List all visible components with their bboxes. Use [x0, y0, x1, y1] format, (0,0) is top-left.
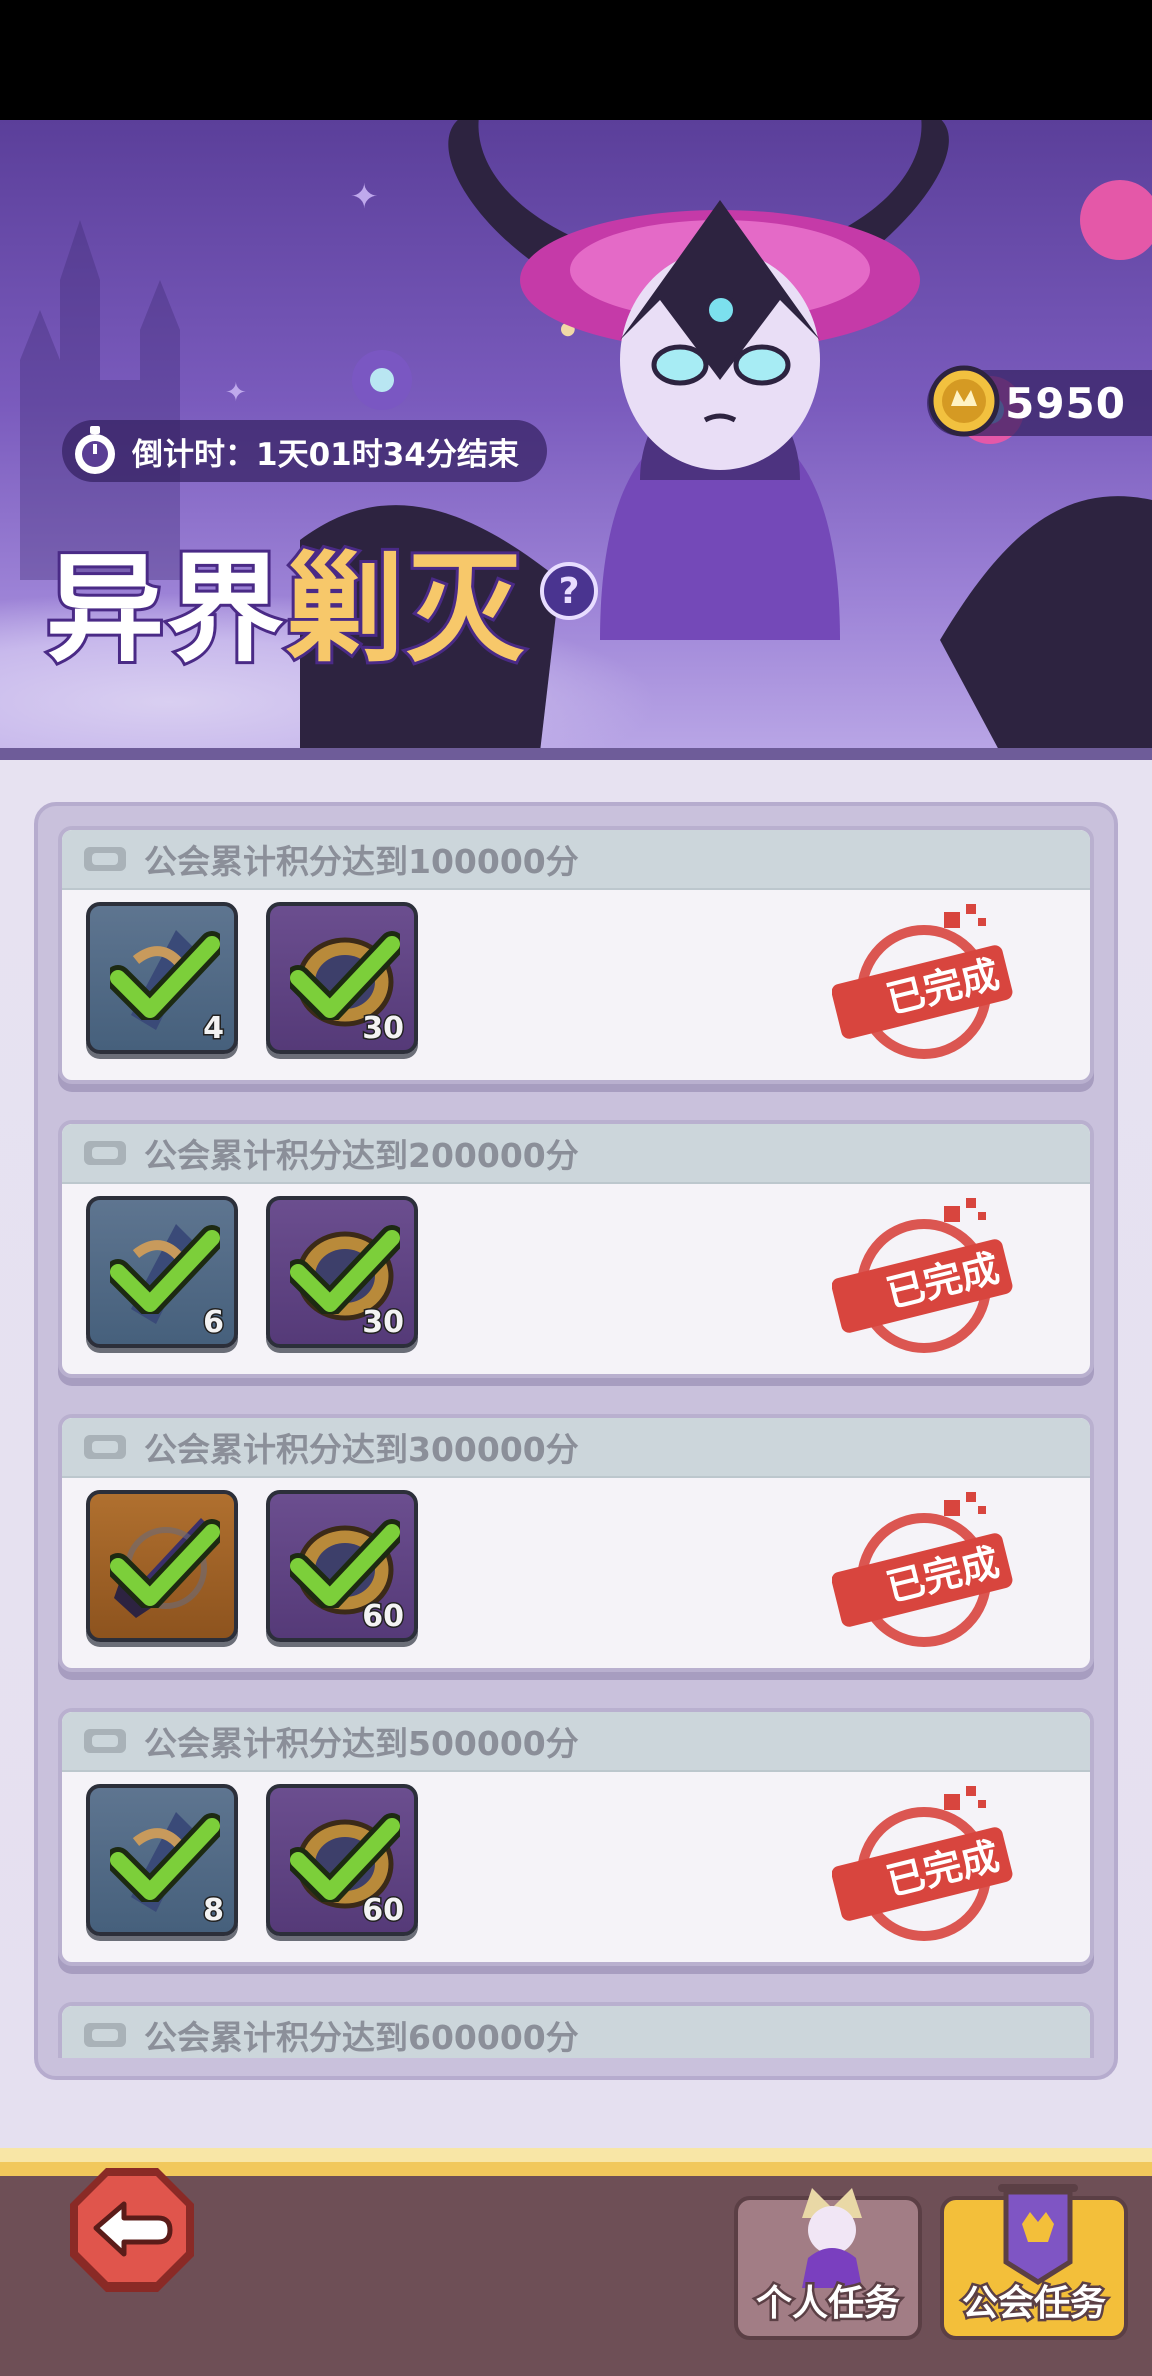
reward-item[interactable]: 30: [266, 1196, 418, 1348]
countdown-timer: 倒计时：1天01时34分结束: [62, 420, 547, 482]
task-marker-icon: [84, 2023, 126, 2047]
reward-quantity: 60: [361, 1598, 406, 1636]
tab-personal-tasks[interactable]: 个人任务: [734, 2188, 922, 2340]
reward-item[interactable]: 8: [86, 1784, 238, 1936]
task-card: 公会累计积分达到200000分 6 30 已完成: [58, 1120, 1094, 1378]
help-button[interactable]: ?: [540, 562, 599, 620]
reward-quantity: 8: [202, 1892, 226, 1930]
task-body: 8 60 已完成: [62, 1772, 1090, 1962]
check-icon: [290, 1813, 400, 1902]
task-title: 公会累计积分达到500000分: [144, 1724, 579, 1763]
reward-item[interactable]: 30: [266, 902, 418, 1054]
countdown-text: 倒计时：1天01时34分结束: [132, 436, 519, 473]
reward-item[interactable]: 60: [266, 1784, 418, 1936]
check-icon: [110, 1813, 220, 1902]
task-header: 公会累计积分达到500000分: [62, 1712, 1090, 1772]
task-body: 60 已完成: [62, 1478, 1090, 1668]
guild-banner-icon: [998, 2184, 1078, 2285]
check-icon: [290, 931, 400, 1020]
banner-divider: [0, 748, 1152, 760]
reward-item[interactable]: 60: [266, 1490, 418, 1642]
task-list-panel[interactable]: 公会累计积分达到100000分 4 30 已完成 公会累计积分达到200000分…: [34, 802, 1118, 2080]
title-part-white: 异界: [43, 540, 287, 678]
status-bar: [0, 0, 1152, 120]
reward-item[interactable]: [86, 1490, 238, 1642]
task-card: 公会累计积分达到300000分 60 已完成: [58, 1414, 1094, 1672]
task-card: 公会累计积分达到500000分 8 60 已完成: [58, 1708, 1094, 1966]
title-part-gold: 剿灭: [283, 540, 527, 678]
check-icon: [110, 1225, 220, 1314]
task-header: 公会累计积分达到200000分: [62, 1124, 1090, 1184]
character-avatar-icon: [802, 2188, 862, 2288]
reward-quantity: 6: [202, 1304, 226, 1342]
task-title: 公会累计积分达到200000分: [144, 1136, 579, 1175]
reward-item[interactable]: 4: [86, 902, 238, 1054]
check-icon: [290, 1519, 400, 1608]
check-icon: [110, 931, 220, 1020]
task-marker-icon: [84, 1141, 126, 1165]
tab-guild-tasks[interactable]: 公会任务: [940, 2184, 1128, 2340]
check-icon: [290, 1225, 400, 1314]
task-header: 公会累计积分达到100000分: [62, 830, 1090, 890]
reward-item[interactable]: 6: [86, 1196, 238, 1348]
task-title: 公会累计积分达到300000分: [144, 1430, 579, 1469]
question-icon: ?: [558, 570, 580, 612]
castle-silhouette: [20, 220, 180, 580]
event-banner: ✦ ✦ ● 倒计时：1天01时34分结束 异界 剿灭 ? 5950: [0, 120, 1152, 752]
check-icon: [110, 1519, 220, 1608]
task-title: 公会累计积分达到100000分: [144, 842, 579, 881]
reward-quantity: 60: [361, 1892, 406, 1930]
task-marker-icon: [84, 1729, 126, 1753]
currency-value: 5950: [1005, 378, 1126, 428]
task-marker-icon: [84, 1435, 126, 1459]
sparkle-icon: ✦: [225, 378, 247, 408]
task-body: 6 30 已完成: [62, 1184, 1090, 1374]
event-title: 异界 剿灭 ?: [43, 540, 599, 678]
task-card: 公会累计积分达到600000分: [58, 2002, 1094, 2058]
stopwatch-icon: [75, 426, 115, 474]
task-list[interactable]: 公会累计积分达到100000分 4 30 已完成 公会累计积分达到200000分…: [58, 826, 1094, 2058]
task-marker-icon: [84, 847, 126, 871]
currency-display: 5950: [927, 365, 1152, 437]
task-body: 4 30 已完成: [62, 890, 1090, 1080]
task-header: 公会累计积分达到300000分: [62, 1418, 1090, 1478]
tab-guild-label: 公会任务: [959, 2281, 1108, 2327]
task-header: 公会累计积分达到600000分: [62, 2006, 1090, 2058]
task-title: 公会累计积分达到600000分: [144, 2018, 579, 2057]
back-button[interactable]: [66, 2164, 198, 2296]
guild-coin-icon: [928, 365, 1000, 437]
reward-quantity: 4: [202, 1010, 226, 1048]
reward-quantity: 30: [361, 1304, 406, 1342]
tab-personal-label: 个人任务: [753, 2281, 902, 2327]
task-card: 公会累计积分达到100000分 4 30 已完成: [58, 826, 1094, 1084]
reward-quantity: 30: [361, 1010, 406, 1048]
